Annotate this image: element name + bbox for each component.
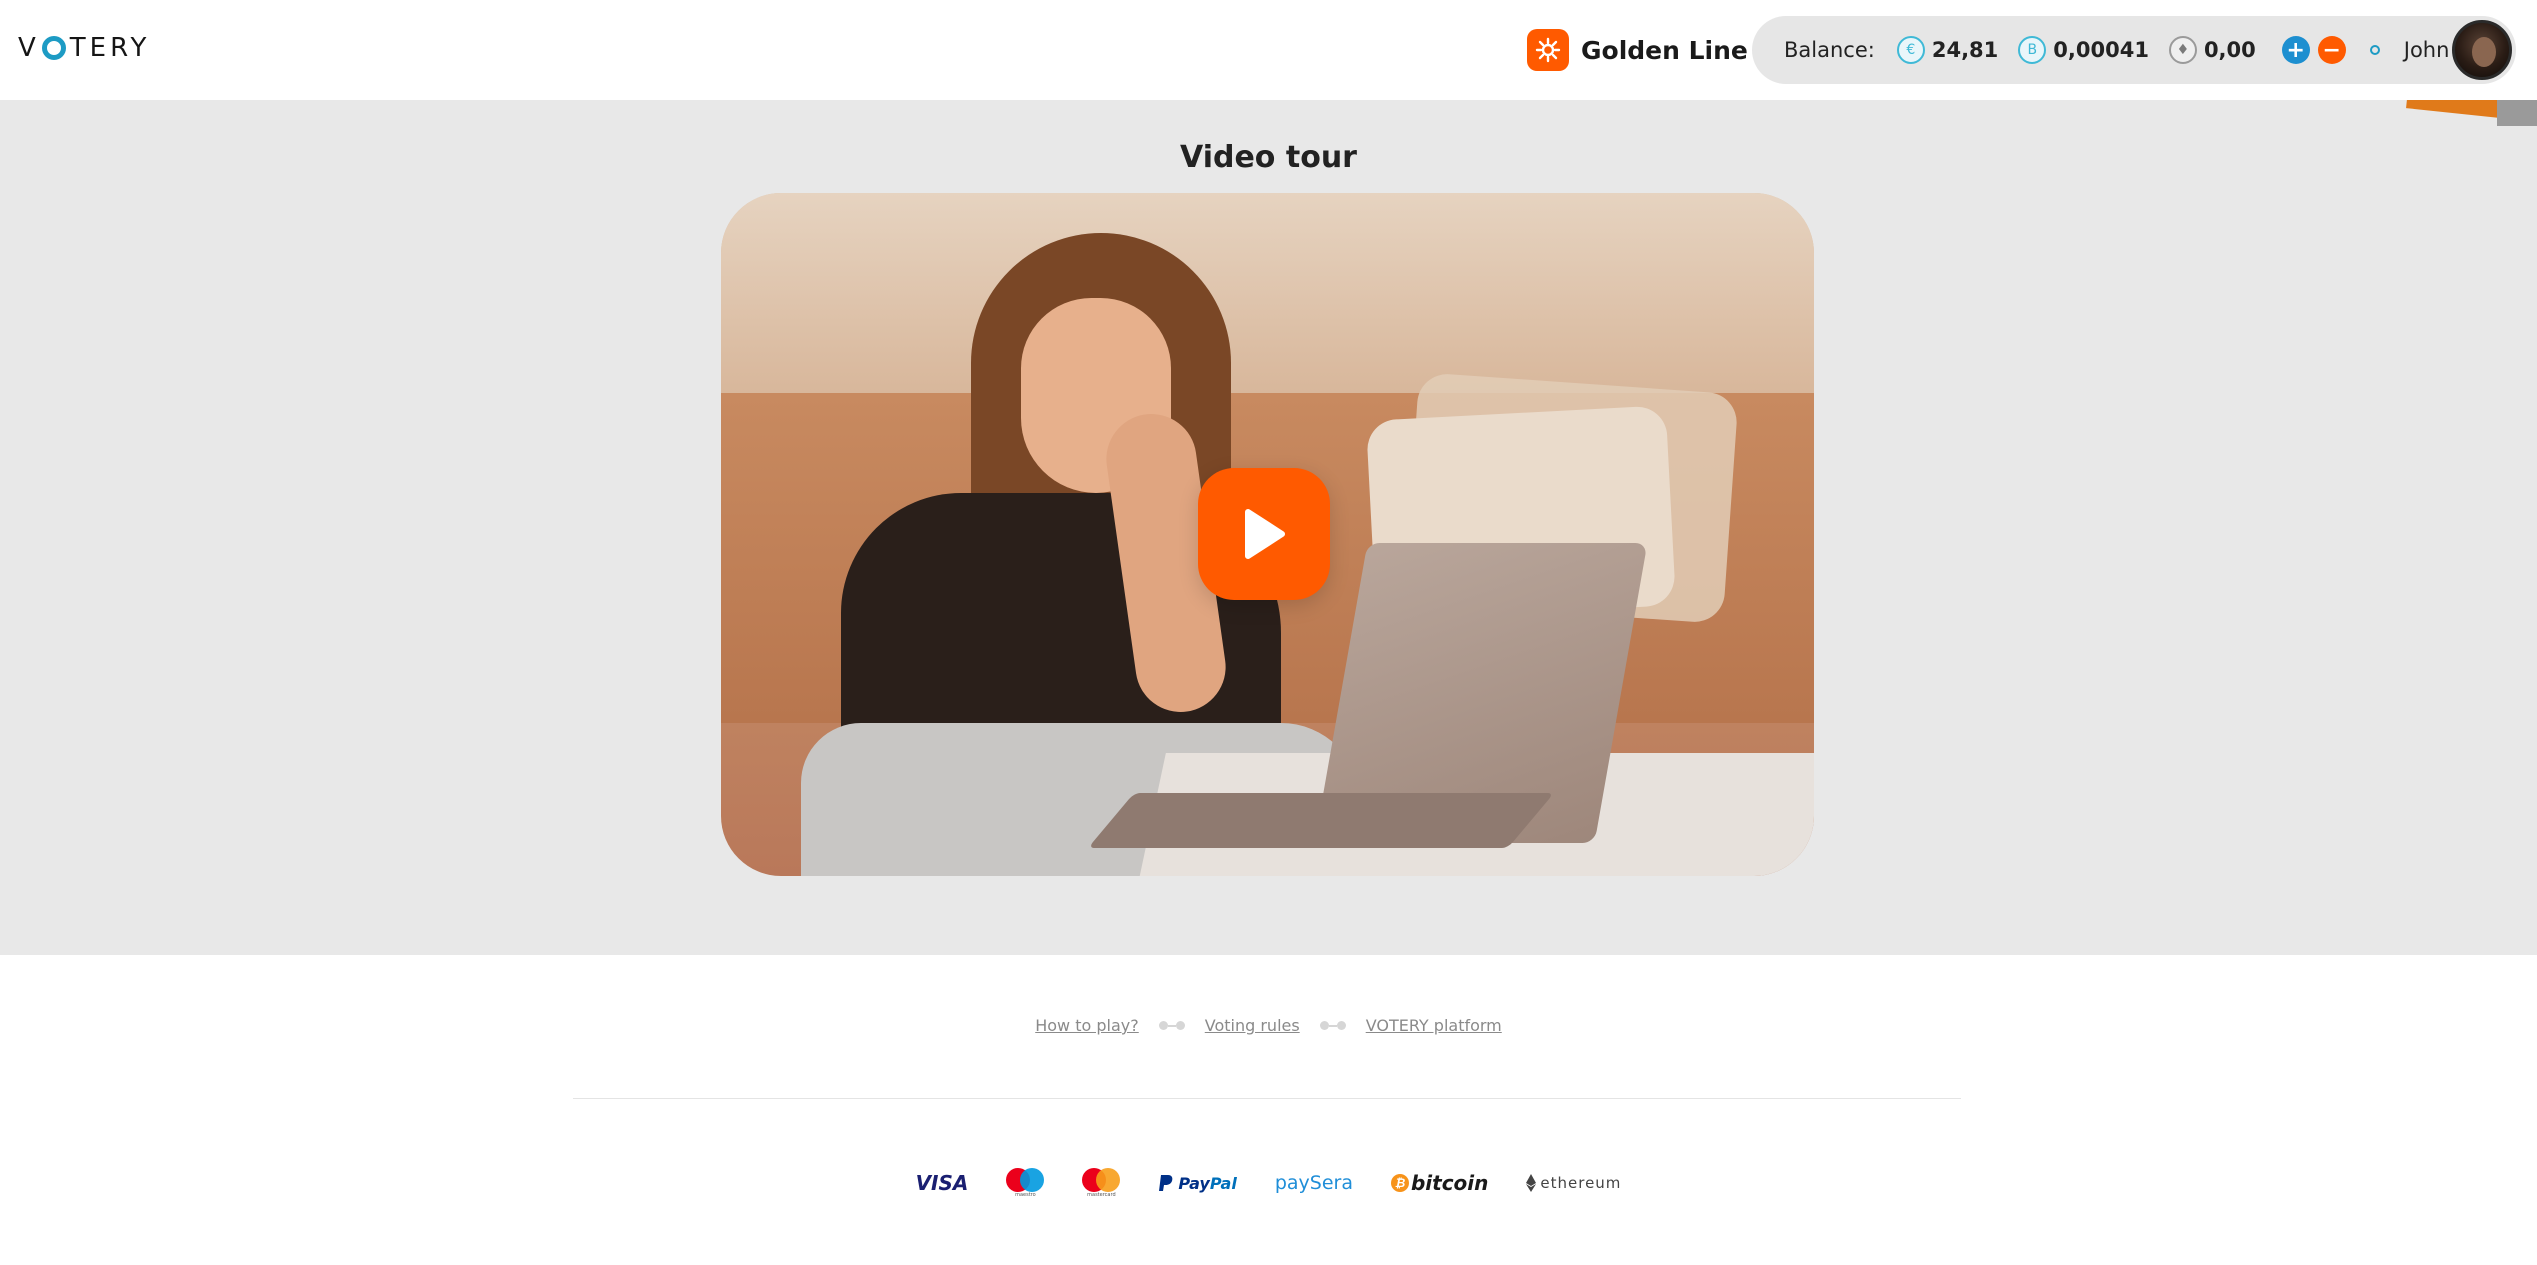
header: V TERY Golden Line Balance: € 24,81 B 0,… [0, 0, 2537, 100]
euro-icon: € [1896, 36, 1925, 64]
status-dot-icon [2369, 45, 2380, 55]
ethereum-text: ethereum [1540, 1174, 1622, 1192]
link-separator-icon [1158, 1021, 1185, 1030]
video-thumbnail-wall [721, 193, 1814, 393]
section-title: Video tour [1180, 140, 1357, 175]
product-selector[interactable]: Golden Line [1527, 28, 1770, 72]
balance-btc-value: 0,00041 [2053, 38, 2149, 62]
payment-methods: VISA maestro mastercard Pay Pal paySera ₿… [0, 1168, 2537, 1198]
mastercard-logo: mastercard [1082, 1168, 1121, 1198]
bitcoin-mark-icon: ₿ [1390, 1174, 1409, 1192]
maestro-logo: maestro [1006, 1168, 1045, 1198]
withdraw-button[interactable]: − [2317, 36, 2346, 64]
balance-eth-value: 0,00 [2203, 38, 2256, 62]
play-button[interactable] [1198, 468, 1330, 600]
play-icon [1245, 509, 1285, 559]
mastercard-label: mastercard [1087, 1192, 1116, 1198]
voting-rules-link[interactable]: Voting rules [1205, 1016, 1300, 1035]
corner-decoration-box [2497, 100, 2537, 126]
balance-label: Balance: [1784, 38, 1875, 62]
bitcoin-text: bitcoin [1410, 1171, 1489, 1195]
ethereum-icon: ♦ [2168, 36, 2197, 64]
footer-divider [573, 1098, 1961, 1099]
golden-line-icon [1527, 29, 1569, 71]
logo-text-end: TERY [69, 33, 151, 63]
visa-logo: VISA [915, 1171, 969, 1195]
avatar-face [2472, 37, 2496, 67]
deposit-button[interactable]: + [2281, 36, 2310, 64]
avatar[interactable] [2452, 20, 2512, 80]
maestro-label: maestro [1015, 1192, 1036, 1198]
balance-btc: B 0,00041 [2018, 36, 2149, 64]
balance-eur-value: 24,81 [1931, 38, 1999, 62]
video-thumbnail-laptop-base [1087, 793, 1555, 848]
logo-o-icon [41, 36, 66, 60]
bitcoin-icon: B [2018, 36, 2047, 64]
how-to-play-link[interactable]: How to play? [1035, 1016, 1139, 1035]
votery-platform-link[interactable]: VOTERY platform [1366, 1016, 1502, 1035]
balance-bar: Balance: € 24,81 B 0,00041 ♦ 0,00 + − Jo… [1752, 16, 2516, 84]
balance-eur: € 24,81 [1896, 36, 1999, 64]
paypal-text-b: Pal [1209, 1173, 1237, 1193]
video-tour-section: Video tour [0, 100, 2537, 955]
votery-logo[interactable]: V TERY [18, 33, 150, 63]
paysera-logo: paySera [1274, 1172, 1353, 1194]
ethereum-logo: ethereum [1526, 1174, 1621, 1192]
link-separator-icon [1319, 1021, 1346, 1030]
product-label: Golden Line [1581, 35, 1748, 65]
paypal-text-a: Pay [1178, 1173, 1210, 1193]
bitcoin-logo: ₿ bitcoin [1390, 1171, 1489, 1195]
video-player[interactable] [721, 193, 1814, 876]
footer-links: How to play? Voting rules VOTERY platfor… [0, 1016, 2537, 1035]
balance-eth: ♦ 0,00 [2168, 36, 2256, 64]
logo-text-start: V [18, 33, 40, 63]
paypal-logo: Pay Pal [1158, 1173, 1237, 1193]
